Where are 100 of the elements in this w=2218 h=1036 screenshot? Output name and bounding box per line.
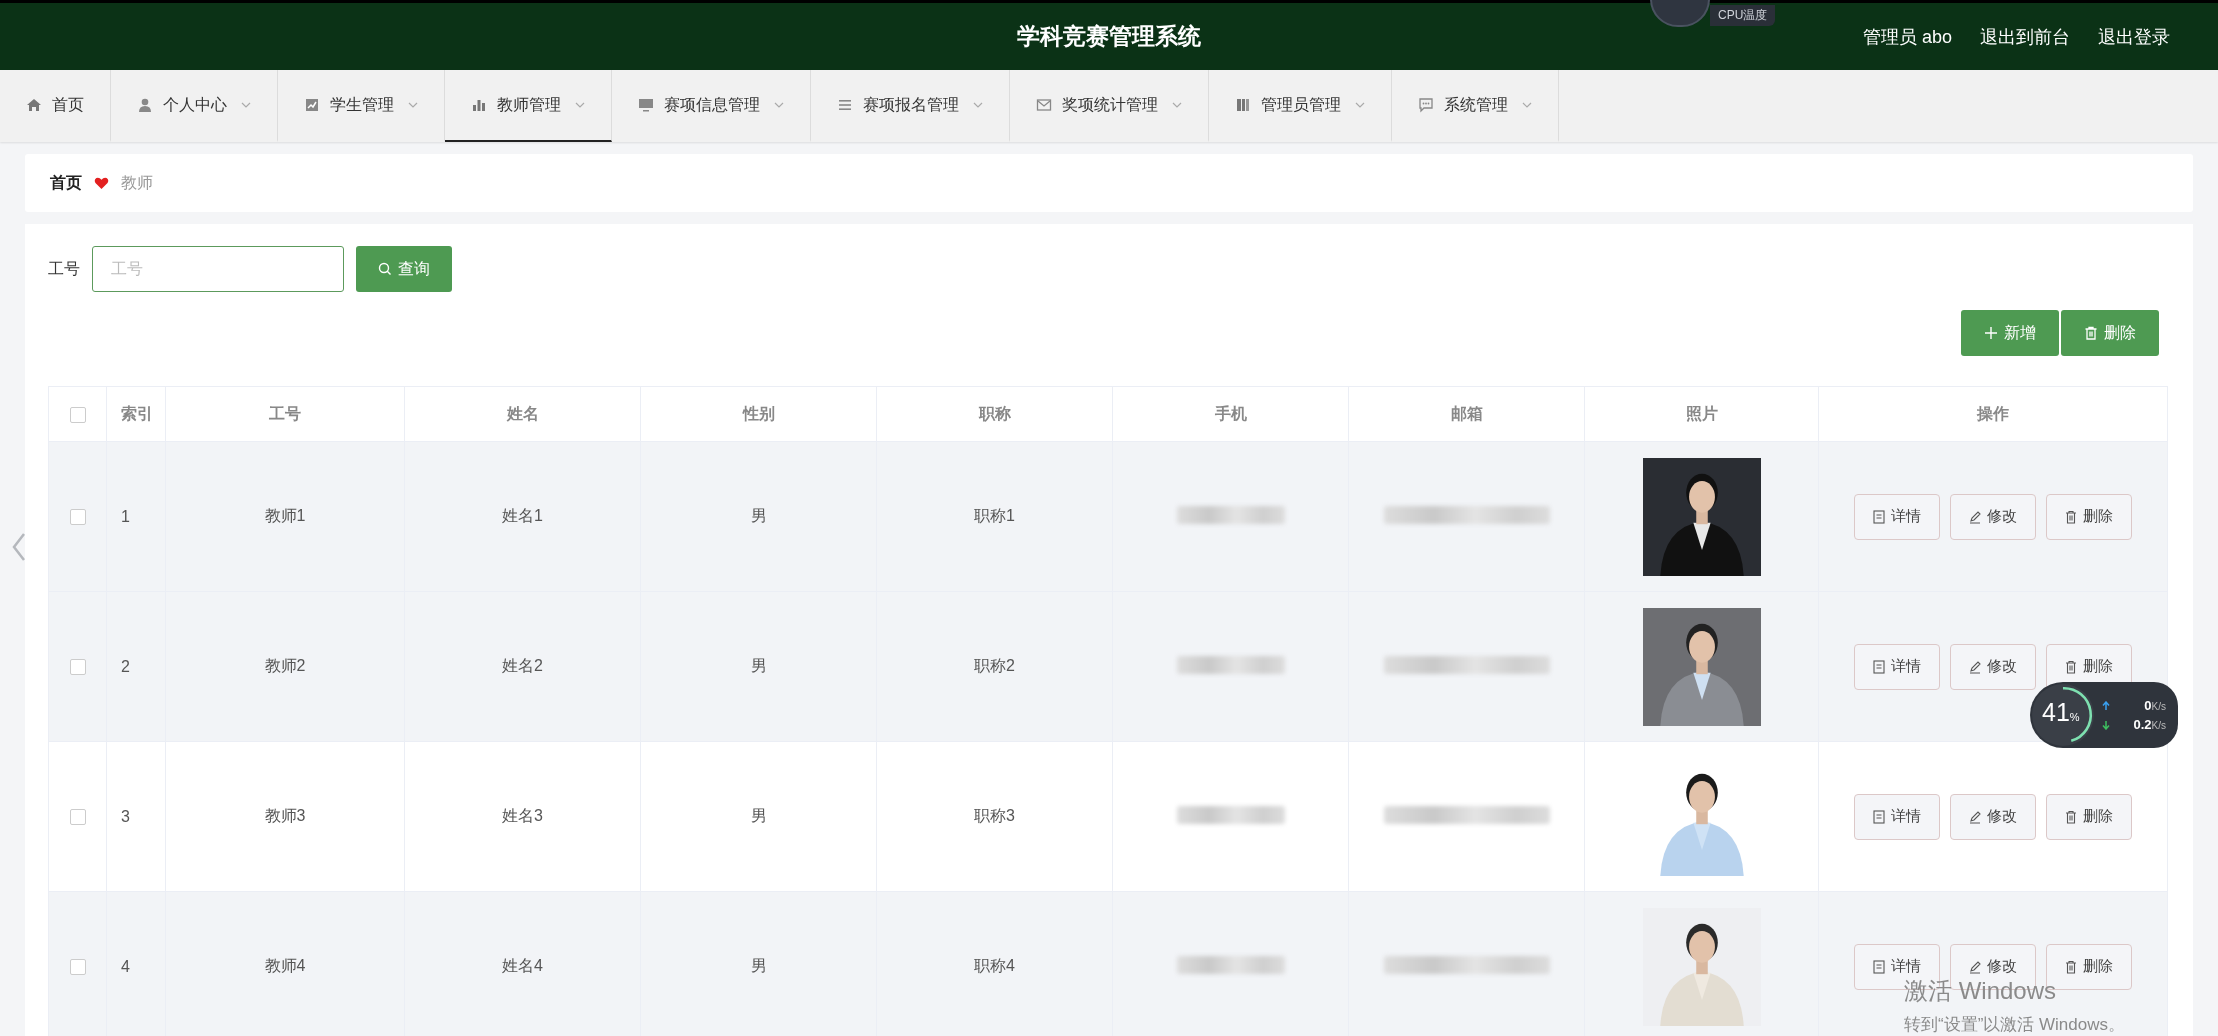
delete-button[interactable]: 删除 xyxy=(2046,493,2132,540)
pencil-icon xyxy=(1969,959,1981,974)
chat-icon xyxy=(1418,97,1434,113)
table-cell: 职称1 xyxy=(974,507,1015,524)
nav-tab[interactable]: 系统管理 xyxy=(1392,70,1559,142)
nav-tab[interactable]: 赛项报名管理 xyxy=(811,70,1010,142)
plus-icon xyxy=(1984,326,1998,340)
detail-button[interactable]: 详情 xyxy=(1854,793,1940,840)
column-header: 姓名 xyxy=(506,404,539,422)
arrow-up-icon xyxy=(2102,700,2110,711)
breadcrumb-item: 教师 xyxy=(121,172,153,193)
column-header: 索引 xyxy=(121,404,153,422)
nav-tab[interactable]: 管理员管理 xyxy=(1209,70,1392,142)
home-icon xyxy=(26,97,42,113)
edit-button[interactable]: 修改 xyxy=(1950,643,2036,690)
book-icon xyxy=(1235,97,1251,113)
trash-icon xyxy=(2065,809,2077,824)
edit-button[interactable]: 修改 xyxy=(1950,793,2036,840)
user-icon xyxy=(137,97,153,113)
usage-percent: 41% xyxy=(2042,700,2080,725)
table-cell: 4 xyxy=(121,957,130,975)
nav-tab[interactable]: 教师管理 xyxy=(445,70,612,142)
pencil-icon xyxy=(1969,509,1981,524)
arrow-down-icon xyxy=(2102,719,2110,730)
nav-tab[interactable]: 首页 xyxy=(0,70,111,142)
system-title: 学科竞赛管理系统 xyxy=(1017,22,1201,51)
download-rate: 0.2K/s xyxy=(2132,717,2166,732)
table-cell: 男 xyxy=(750,657,767,674)
caret-icon xyxy=(575,102,585,108)
nav-tab[interactable]: 赛项信息管理 xyxy=(612,70,811,142)
table-cell: 男 xyxy=(750,807,767,824)
trash-icon xyxy=(2065,659,2077,674)
column-header: 照片 xyxy=(1685,404,1718,422)
table-cell: 职称3 xyxy=(974,807,1015,824)
pencil-icon xyxy=(1969,809,1981,824)
caret-icon xyxy=(973,102,983,108)
table-cell: 姓名3 xyxy=(502,807,543,824)
table-cell: 男 xyxy=(750,507,767,524)
upload-rate: 0K/s xyxy=(2143,698,2166,713)
column-header: 性别 xyxy=(742,404,775,422)
bars-icon xyxy=(471,97,487,113)
caret-icon xyxy=(774,102,784,108)
edit-button[interactable]: 修改 xyxy=(1950,493,2036,540)
document-icon xyxy=(1873,959,1885,974)
table-cell: 教师3 xyxy=(264,807,306,824)
activation-text: 转到“设置”以激活 Windows。 xyxy=(1904,1014,2125,1036)
caret-icon xyxy=(1522,102,1532,108)
document-icon xyxy=(1873,659,1885,674)
select-all-checkbox[interactable] xyxy=(69,406,86,423)
row-checkbox[interactable] xyxy=(69,959,86,976)
caret-icon xyxy=(241,102,251,108)
search-icon xyxy=(378,262,392,276)
table-cell: 职称4 xyxy=(974,957,1015,974)
table-cell: 教师2 xyxy=(264,657,306,674)
row-checkbox[interactable] xyxy=(69,509,86,526)
column-header: 工号 xyxy=(269,404,301,422)
trash-icon xyxy=(2065,959,2077,974)
table-cell: 职称2 xyxy=(974,657,1015,674)
caret-icon xyxy=(1355,102,1365,108)
breadcrumb-item[interactable]: 首页 xyxy=(50,172,82,194)
header-link[interactable]: 管理员 abo xyxy=(1862,24,1952,49)
nav-tab[interactable]: 学生管理 xyxy=(278,70,445,142)
document-icon xyxy=(1873,509,1885,524)
column-header: 手机 xyxy=(1214,404,1247,422)
row-checkbox[interactable] xyxy=(69,659,86,676)
monitor-icon xyxy=(638,97,654,113)
nav-tab[interactable]: 个人中心 xyxy=(111,70,278,142)
delete-button[interactable]: 删除 xyxy=(2046,793,2132,840)
trend-icon xyxy=(304,97,320,113)
search-field[interactable]: 工号 xyxy=(92,246,344,292)
list-icon xyxy=(837,97,853,113)
table-cell: 3 xyxy=(121,807,130,825)
table-cell: 姓名2 xyxy=(502,657,543,674)
table-cell: 姓名1 xyxy=(502,507,543,524)
row-checkbox[interactable] xyxy=(69,809,86,826)
pencil-icon xyxy=(1969,659,1981,674)
header-link[interactable]: 退出到前台 xyxy=(1980,24,2070,49)
document-icon xyxy=(1873,809,1885,824)
table-cell: 教师1 xyxy=(264,507,306,524)
search-label: 工号 xyxy=(48,258,80,279)
table-cell: 姓名4 xyxy=(502,957,543,974)
chevron-left-icon[interactable] xyxy=(12,532,26,562)
column-header: 邮箱 xyxy=(1450,404,1483,422)
caret-icon xyxy=(408,102,418,108)
caret-icon xyxy=(1172,102,1182,108)
column-header: 职称 xyxy=(978,404,1011,422)
cpu-label: CPU温度 xyxy=(1710,4,1776,26)
table-cell: 1 xyxy=(121,507,130,525)
heart-icon xyxy=(94,176,109,190)
mail-icon xyxy=(1036,97,1052,113)
trash-icon xyxy=(2065,509,2077,524)
header-link[interactable]: 退出登录 xyxy=(2098,24,2170,49)
nav-tab[interactable]: 奖项统计管理 xyxy=(1010,70,1209,142)
table-cell: 2 xyxy=(121,657,130,675)
detail-button[interactable]: 详情 xyxy=(1854,493,1940,540)
gauge-icon xyxy=(1650,0,1710,27)
trash-icon xyxy=(2084,326,2098,340)
table-cell: 男 xyxy=(750,957,767,974)
table-cell: 教师4 xyxy=(264,957,306,974)
detail-button[interactable]: 详情 xyxy=(1854,643,1940,690)
